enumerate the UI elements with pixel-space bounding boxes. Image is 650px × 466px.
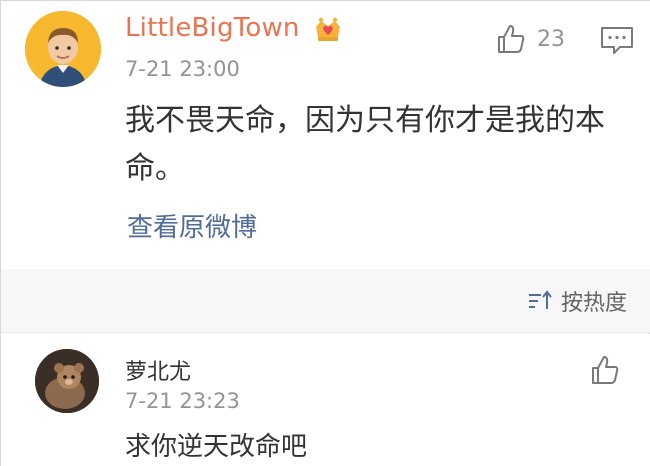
plush-toy-avatar-icon (35, 349, 99, 413)
child-avatar-icon (25, 11, 101, 87)
reply-comment: 萝北尤 7-21 23:23 求你逆天改命吧 (1, 334, 650, 466)
sort-by-heat-button[interactable]: 按热度 (527, 285, 627, 317)
like-button[interactable]: 23 (495, 23, 565, 55)
avatar[interactable] (35, 349, 99, 413)
sort-icon (528, 290, 552, 309)
reply-text: 求你逆天改命吧 (125, 432, 308, 462)
username[interactable]: LittleBigTown (125, 13, 300, 43)
timestamp: 7-21 23:23 (125, 389, 240, 413)
comment-icon[interactable] (600, 25, 634, 55)
main-comment: LittleBigTown 7-21 23:00 23 我不畏天命，因为只有你才… (1, 1, 650, 269)
like-count: 23 (537, 26, 565, 52)
avatar[interactable] (25, 11, 101, 87)
thumbs-up-icon[interactable] (589, 354, 621, 386)
sort-label: 按热度 (560, 291, 627, 316)
view-original-link[interactable]: 查看原微博 (127, 207, 257, 244)
sort-bar: 按热度 (1, 269, 650, 333)
comment-screen: LittleBigTown 7-21 23:00 23 我不畏天命，因为只有你才… (0, 0, 650, 466)
comment-text: 我不畏天命，因为只有你才是我的本命。 (125, 103, 605, 186)
thumbs-up-icon (498, 25, 525, 53)
username[interactable]: 萝北尤 (125, 354, 191, 386)
timestamp: 7-21 23:00 (125, 57, 240, 81)
crown-heart-icon (316, 17, 340, 41)
